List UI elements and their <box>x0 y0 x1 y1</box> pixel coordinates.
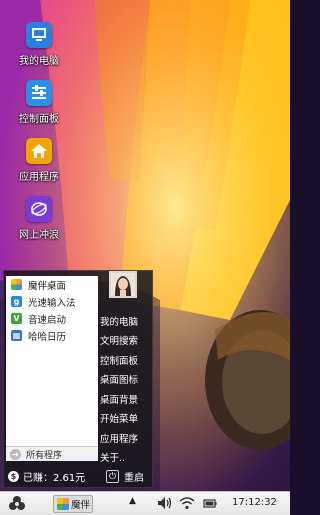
program-item-label: 哈哈日历 <box>28 331 67 343</box>
program-item-input-method[interactable]: g 光速输入法 <box>6 293 98 310</box>
earned-value: 2.61元 <box>53 472 86 484</box>
desktop-icon-control-panel[interactable]: 控制面板 <box>8 80 70 125</box>
taskbar-app-label: 魔伴 <box>71 500 91 511</box>
start-menu: 魔伴桌面 g 光速输入法 V 音速启动 ▦ 哈哈日历 ➜ 所有程序 我的电脑 文… <box>3 270 153 488</box>
wifi-icon[interactable] <box>179 496 195 510</box>
menu-link-control-panel[interactable]: 控制面板 <box>100 350 152 370</box>
start-menu-programs-pane: 魔伴桌面 g 光速输入法 V 音速启动 ▦ 哈哈日历 ➜ 所有程序 <box>6 276 98 461</box>
desktop-icon-my-computer[interactable]: 我的电脑 <box>8 22 70 67</box>
start-menu-footer: $ 已赚： 2.61元 ⏻ 重启 <box>4 465 152 487</box>
coin-icon: $ <box>8 470 19 482</box>
volume-icon[interactable] <box>157 496 173 510</box>
menu-link-start-menu[interactable]: 开始菜单 <box>100 409 152 429</box>
menu-link-desktop-background[interactable]: 桌面背景 <box>100 389 152 409</box>
calendar-icon: ▦ <box>11 330 22 341</box>
mobang-desktop-icon <box>57 498 69 510</box>
menu-link-desktop-icons[interactable]: 桌面图标 <box>100 370 152 390</box>
power-icon: ⏻ <box>106 470 119 483</box>
desktop-icon-label: 我的电脑 <box>19 56 59 67</box>
menu-link-applications[interactable]: 应用程序 <box>100 428 152 448</box>
desktop-icon-label: 网上冲浪 <box>19 230 59 241</box>
program-item-quick-launch[interactable]: V 音速启动 <box>6 310 98 327</box>
input-method-icon: g <box>11 296 22 307</box>
home-app-icon <box>26 138 52 164</box>
quick-launch-icon: V <box>11 313 22 324</box>
desktop-icon-label: 控制面板 <box>19 114 59 125</box>
taskbar-app-button[interactable]: 魔伴 <box>53 495 93 513</box>
program-item-label: 魔伴桌面 <box>28 280 67 292</box>
start-button[interactable] <box>8 495 26 513</box>
control-panel-icon <box>26 80 52 106</box>
browser-icon <box>26 196 52 222</box>
arrow-right-icon: ➜ <box>10 448 21 460</box>
start-menu-links: 我的电脑 文明搜索 控制面板 桌面图标 桌面背景 开始菜单 应用程序 关于.. <box>100 311 152 467</box>
restart-label: 重启 <box>124 473 144 484</box>
earned-prefix: 已赚： <box>23 472 53 484</box>
desktop-icon-browser[interactable]: 网上冲浪 <box>8 196 70 241</box>
battery-icon[interactable] <box>203 496 217 510</box>
program-item-mobang-desktop[interactable]: 魔伴桌面 <box>6 276 98 293</box>
program-item-calendar[interactable]: ▦ 哈哈日历 <box>6 327 98 344</box>
all-programs-button[interactable]: ➜ 所有程序 <box>6 446 98 461</box>
computer-icon <box>26 22 52 48</box>
all-programs-label: 所有程序 <box>26 450 63 461</box>
restart-button[interactable]: ⏻ 重启 <box>106 469 144 484</box>
taskbar: 魔伴 ▲ 17:12:32 <box>0 491 290 515</box>
mobang-desktop-icon <box>11 279 22 290</box>
clock[interactable]: 17:12:32 <box>232 497 277 508</box>
desktop-icon-label: 应用程序 <box>19 172 59 183</box>
menu-link-search[interactable]: 文明搜索 <box>100 331 152 351</box>
program-item-label: 光速输入法 <box>28 297 76 309</box>
tray-expand-icon[interactable]: ▲ <box>129 496 136 506</box>
menu-link-my-computer[interactable]: 我的电脑 <box>100 311 152 331</box>
program-item-label: 音速启动 <box>28 314 67 326</box>
avatar[interactable] <box>109 271 137 298</box>
desktop-icon-applications[interactable]: 应用程序 <box>8 138 70 183</box>
